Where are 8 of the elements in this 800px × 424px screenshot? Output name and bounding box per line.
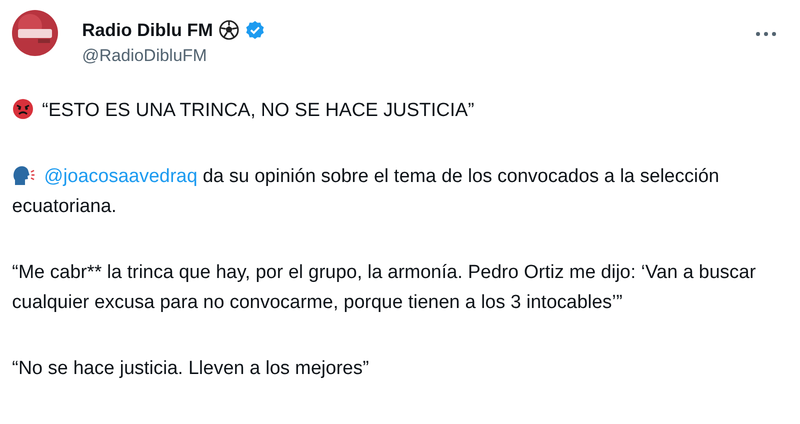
author-handle[interactable]: @RadioDibluFM <box>82 45 754 67</box>
post-text: “ESTO ES UNA TRINCA, NO SE HACE JUSTICIA” <box>42 100 474 121</box>
soccer-ball-icon <box>218 20 239 40</box>
angry-face-icon <box>12 98 34 120</box>
author-name[interactable]: Radio Diblu FM <box>82 19 213 41</box>
post-text: “No se hace justicia. Lleven a los mejores” <box>12 358 369 379</box>
speaking-head-icon <box>12 164 36 186</box>
post-text: “Me cabr** la trinca que hay, por el grupo, la armonía. Pedro Ortiz me dijo: ‘Van a buscar cualquier excusa para no convocarme, porque tienen a los 3 intocables’” <box>12 262 756 313</box>
